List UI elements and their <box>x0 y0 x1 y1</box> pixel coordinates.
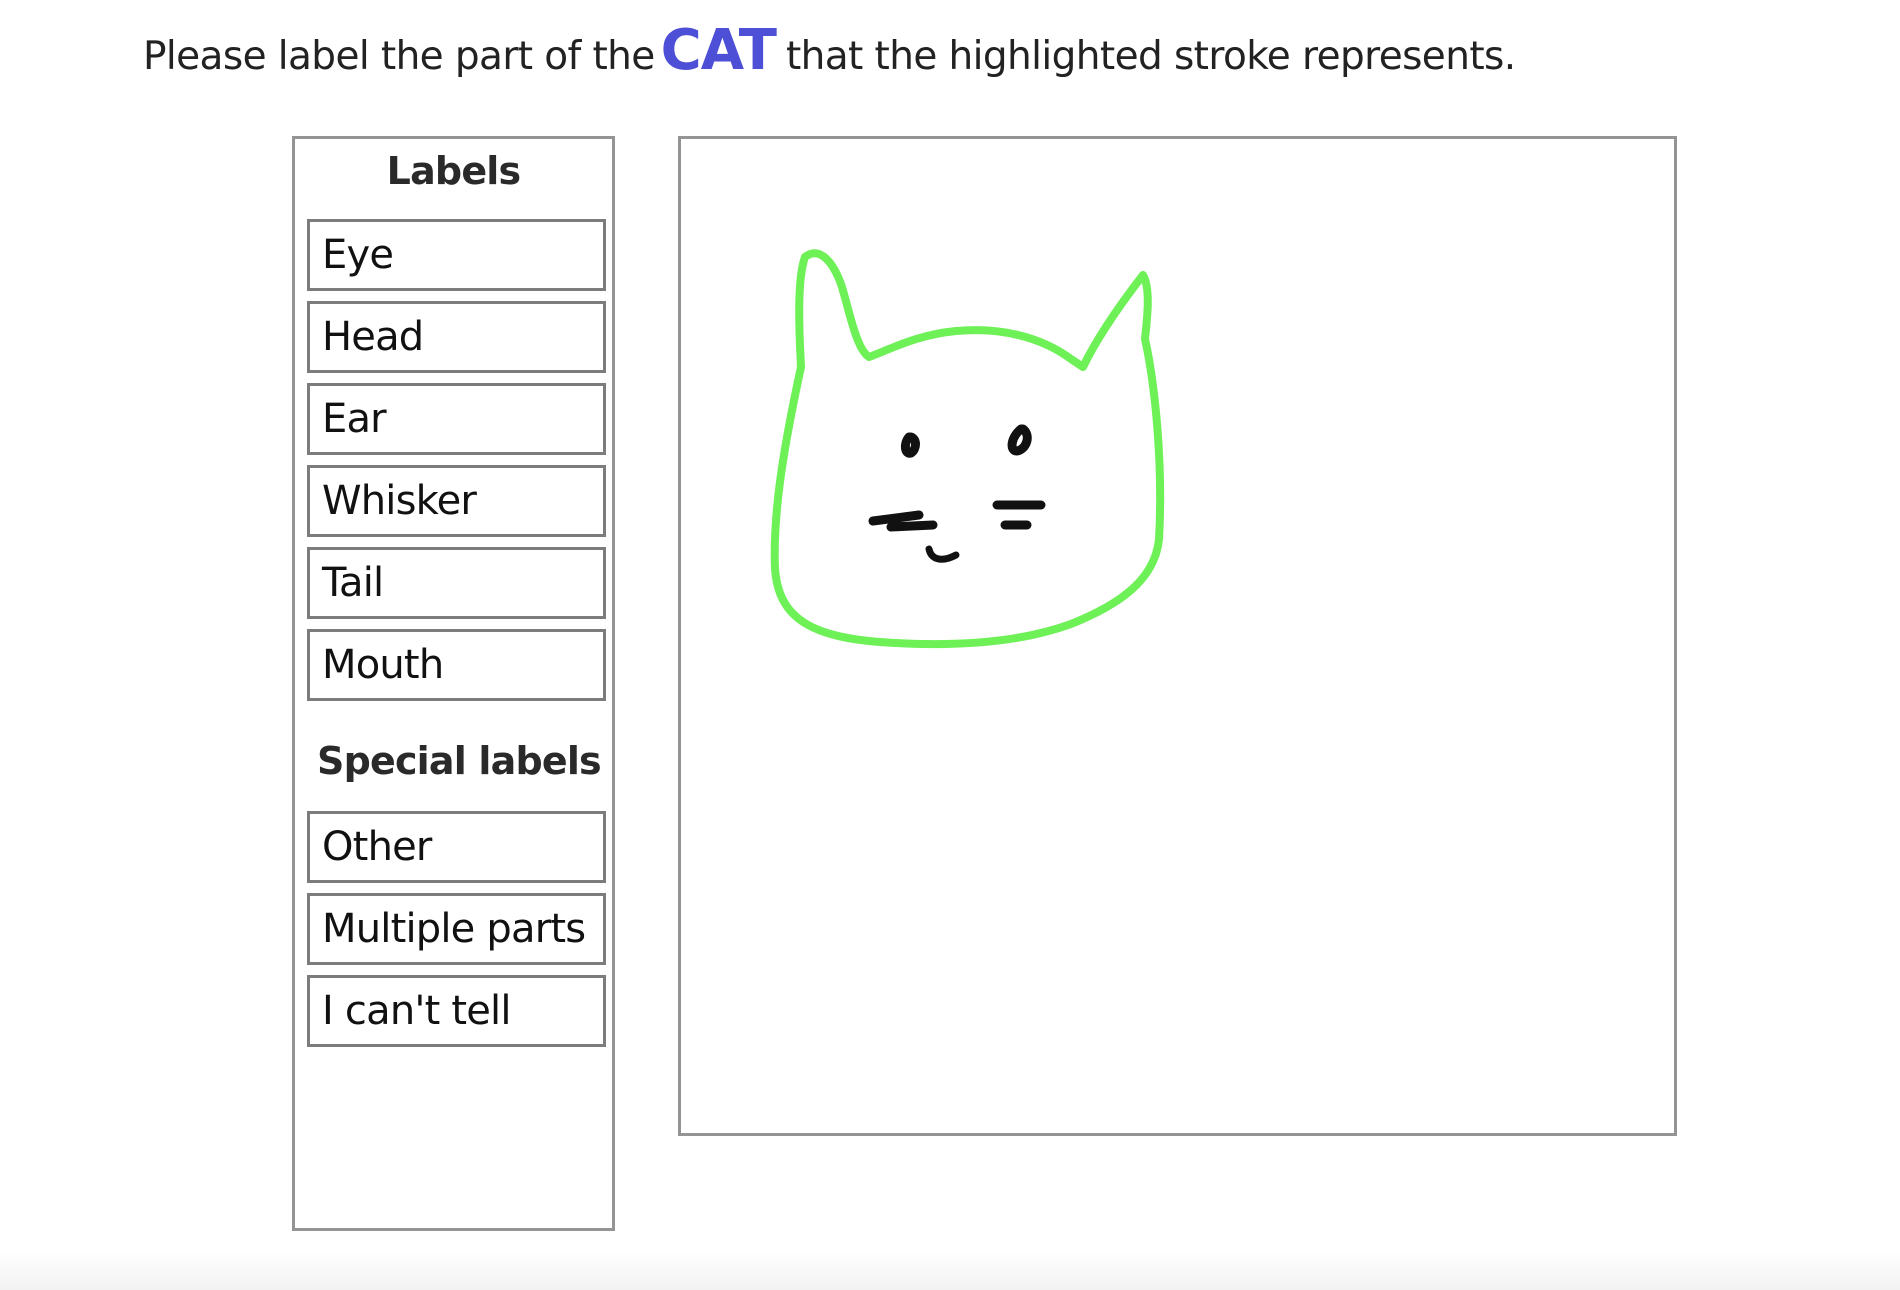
instruction-prefix: Please label the part of the <box>143 34 655 79</box>
special-labels-title: Special labels <box>317 739 602 783</box>
label-button-head[interactable]: Head <box>307 301 606 373</box>
label-button-mouth[interactable]: Mouth <box>307 629 606 701</box>
instruction-text: Please label the part of the CAT that th… <box>143 18 1516 98</box>
page-bottom-edge <box>0 1252 1900 1290</box>
label-button-cant-tell[interactable]: I can't tell <box>307 975 606 1047</box>
label-button-multiple-parts[interactable]: Multiple parts <box>307 893 606 965</box>
labels-title: Labels <box>386 149 521 193</box>
left-eye-stroke <box>900 432 920 458</box>
sketch-canvas <box>678 136 1677 1136</box>
cat-sketch <box>770 249 1165 649</box>
labels-panel: Labels Eye Head Ear Whisker Tail Mouth S… <box>292 136 615 1231</box>
right-whisker-stroke <box>992 500 1046 530</box>
label-button-other[interactable]: Other <box>307 811 606 883</box>
labeling-page: Please label the part of the CAT that th… <box>0 0 1900 1290</box>
label-button-eye[interactable]: Eye <box>307 219 606 291</box>
highlighted-stroke <box>770 249 1165 649</box>
left-whisker-stroke <box>868 510 938 532</box>
label-button-whisker[interactable]: Whisker <box>307 465 606 537</box>
category-name: CAT <box>660 18 777 83</box>
instruction-suffix: that the highlighted stroke represents. <box>785 34 1516 79</box>
label-button-tail[interactable]: Tail <box>307 547 606 619</box>
label-button-ear[interactable]: Ear <box>307 383 606 455</box>
mouth-stroke <box>925 545 960 563</box>
right-eye-stroke <box>1007 424 1032 456</box>
